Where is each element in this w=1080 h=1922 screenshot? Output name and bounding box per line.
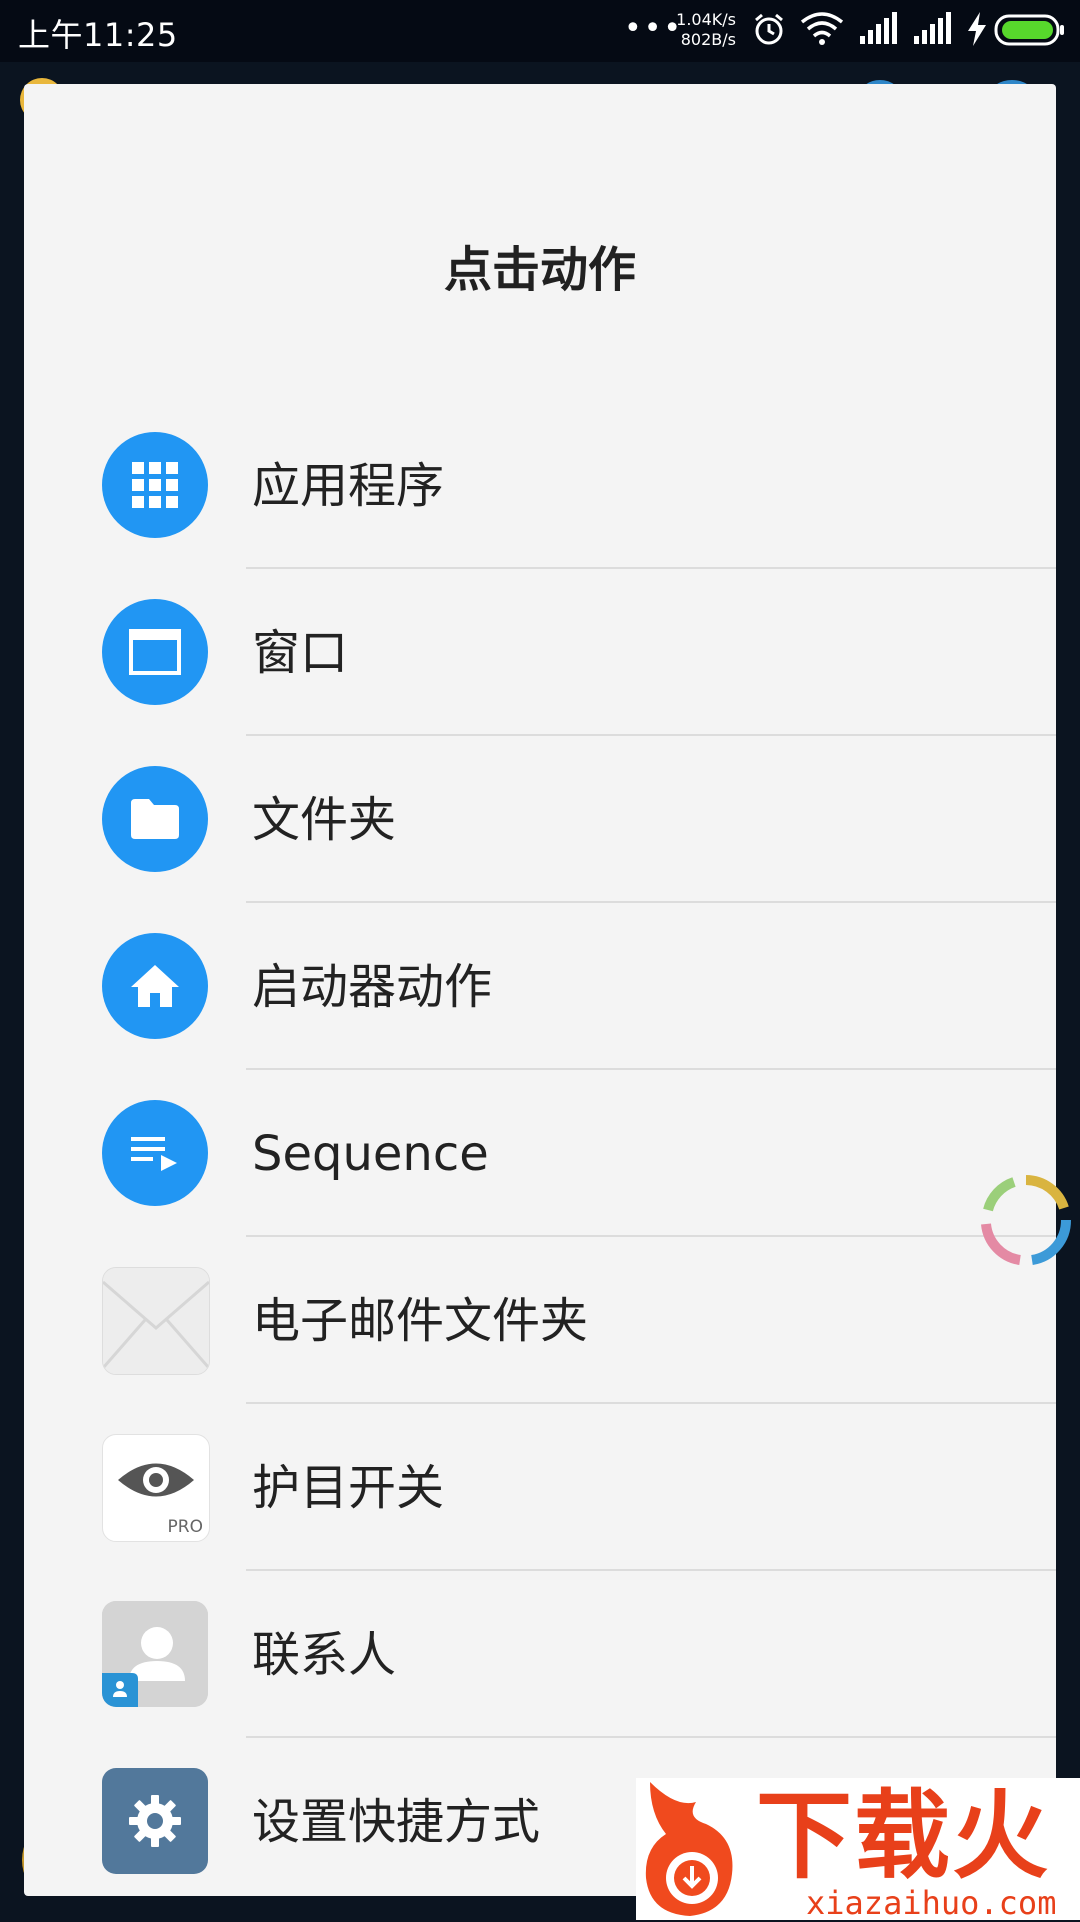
email-envelope-icon [102, 1267, 210, 1375]
menu-item-email-folder[interactable]: 电子邮件文件夹 [24, 1237, 1056, 1404]
menu-item-folder[interactable]: 文件夹 [24, 736, 1056, 903]
eye-pro-icon: PRO [102, 1434, 210, 1542]
menu-item-label: 文件夹 [252, 792, 397, 848]
signal-icon [860, 12, 897, 44]
wifi-icon [800, 12, 844, 45]
pro-badge: PRO [167, 1517, 203, 1537]
battery-icon [994, 14, 1064, 46]
menu-item-label: 电子邮件文件夹 [252, 1293, 589, 1349]
window-icon [102, 599, 208, 705]
signal-icon [914, 12, 951, 44]
apps-grid-icon [102, 432, 208, 538]
menu-item-label: 应用程序 [252, 458, 445, 514]
menu-item-label: 窗口 [252, 625, 349, 681]
menu-item-label: 联系人 [252, 1627, 397, 1683]
menu-item-sequence[interactable]: Sequence [24, 1070, 1056, 1237]
watermark-brand: 下载火 [756, 1780, 1050, 1892]
home-icon [102, 933, 208, 1039]
tap-action-dialog: 点击动作 应用程序 窗口 文件夹 启动器动作 Sequence 电子邮件文件夹 … [24, 84, 1056, 1896]
menu-item-launcher-action[interactable]: 启动器动作 [24, 903, 1056, 1070]
network-speed-down: 802B/s [680, 30, 736, 49]
menu-item-contacts[interactable]: 联系人 [24, 1571, 1056, 1738]
network-speed: 1.04K/s 802B/s [666, 10, 736, 50]
charging-icon [968, 12, 986, 46]
flame-logo-icon [645, 1782, 733, 1916]
dialog-title: 点击动作 [443, 242, 636, 298]
menu-item-label: 启动器动作 [252, 959, 493, 1015]
playlist-icon [102, 1100, 208, 1206]
menu-item-label: 护目开关 [252, 1460, 445, 1516]
menu-item-label: Sequence [252, 1126, 489, 1182]
watermark: 下载火 xiazaihuo.com [636, 1778, 1080, 1922]
contact-icon [102, 1601, 208, 1707]
action-list: 应用程序 窗口 文件夹 启动器动作 Sequence 电子邮件文件夹 PRO 护… [24, 402, 1056, 1896]
menu-item-eye-protection[interactable]: PRO 护目开关 [24, 1404, 1056, 1571]
settings-gear-icon [102, 1768, 208, 1874]
menu-item-label: 设置快捷方式 [252, 1794, 541, 1850]
floating-loading-ring-icon[interactable] [978, 1172, 1074, 1268]
status-time: 上午11:25 [18, 16, 178, 54]
menu-item-applications[interactable]: 应用程序 [24, 402, 1056, 569]
alarm-icon [755, 13, 783, 45]
menu-item-window[interactable]: 窗口 [24, 569, 1056, 736]
status-bar: 上午11:25 ••• 1.04K/s 802B/s [0, 0, 1080, 62]
watermark-url: xiazaihuo.com [806, 1884, 1057, 1922]
folder-icon [102, 766, 208, 872]
network-speed-up: 1.04K/s [676, 10, 736, 29]
